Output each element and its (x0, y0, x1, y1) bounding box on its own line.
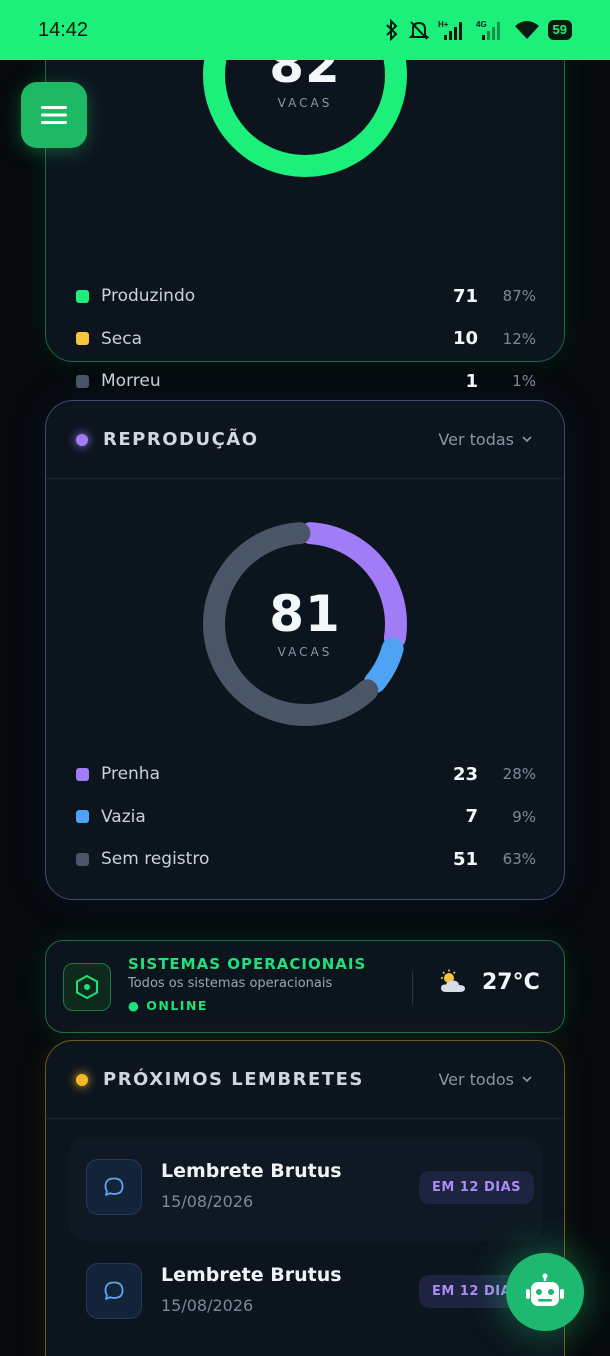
temperature: 27°C (482, 969, 540, 995)
legend-count: 1 (465, 370, 478, 392)
reminders-card: PRÓXIMOS LEMBRETES Ver todos Lembrete Br… (45, 1040, 565, 1356)
herd-legend: Produzindo 71 87% Seca 10 12% Morreu 1 1… (76, 275, 536, 403)
reproduction-legend: Prenha 23 28% Vazia 7 9% Sem registro 51… (76, 753, 536, 881)
herd-total: 82 (269, 60, 341, 94)
reproduction-title: REPRODUÇÃO (103, 429, 259, 450)
legend-label: Produzindo (101, 286, 196, 307)
status-bar: 14:42 H+ 4G 59 (0, 0, 610, 60)
bluetooth-icon (385, 19, 397, 41)
partly-cloudy-icon (441, 969, 465, 992)
legend-label: Sem registro (101, 849, 210, 870)
herd-unit: VACAS (277, 96, 333, 110)
legend-pct: 28% (502, 765, 536, 784)
legend-pct: 87% (502, 287, 536, 306)
legend-label: Morreu (101, 371, 161, 392)
wifi-icon (514, 21, 539, 39)
system-status-text: SISTEMAS OPERACIONAIS Todos os sistemas … (128, 955, 366, 1013)
reproduction-unit: VACAS (277, 645, 333, 659)
legend-row-vazia[interactable]: Vazia 7 9% (76, 796, 536, 839)
herd-card: 82 VACAS Produzindo 71 87% Seca 10 12% M… (45, 60, 565, 392)
divider (412, 971, 413, 1005)
reminders-see-all-link[interactable]: Ver todos (438, 1070, 532, 1089)
legend-row-seca[interactable]: Seca 10 12% (76, 318, 536, 361)
reproduction-header: REPRODUÇÃO Ver todas (46, 401, 564, 479)
legend-count: 7 (465, 806, 478, 828)
status-icons: H+ 4G 59 (384, 19, 572, 41)
system-subtitle: Todos os sistemas operacionais (128, 976, 333, 991)
network-label-4g: 4G (476, 20, 487, 29)
reproduction-total: 81 (269, 585, 341, 643)
legend-row-morreu[interactable]: Morreu 1 1% (76, 360, 536, 403)
legend-label: Prenha (101, 764, 160, 785)
system-status-card[interactable]: SISTEMAS OPERACIONAIS Todos os sistemas … (45, 940, 565, 1033)
chat-bubble-icon (86, 1159, 142, 1215)
reminder-date: 15/08/2026 (161, 1192, 254, 1211)
herd-donut-center: 82 VACAS (200, 60, 410, 180)
legend-count: 23 (452, 763, 478, 785)
signal-4g-icon: 4G (476, 20, 500, 40)
legend-dot (76, 289, 89, 303)
see-all-label: Ver todas (438, 430, 514, 449)
reminder-title: Lembrete Brutus (161, 1264, 342, 1286)
system-title: SISTEMAS OPERACIONAIS (128, 955, 367, 973)
legend-dot (76, 810, 89, 824)
assistant-button[interactable] (506, 1253, 584, 1331)
legend-dot (76, 852, 89, 866)
reminder-due-badge: EM 12 DIAS (419, 1171, 535, 1204)
chevron-down-icon (522, 1076, 532, 1083)
dashboard-scroll[interactable]: 82 VACAS Produzindo 71 87% Seca 10 12% M… (0, 60, 610, 1356)
reproduction-donut: 81 VACAS (200, 519, 410, 729)
legend-pct: 12% (502, 329, 536, 348)
reproduction-card: REPRODUÇÃO Ver todas 81 VACAS Prenha 23 … (45, 400, 565, 900)
reminders-dot (76, 1073, 88, 1086)
legend-row-produzindo[interactable]: Produzindo 71 87% (76, 275, 536, 318)
mute-bell-icon (408, 21, 429, 40)
reminders-list: Lembrete Brutus 15/08/2026 EM 12 DIAS Le… (68, 1137, 543, 1345)
legend-row-sem-registro[interactable]: Sem registro 51 63% (76, 838, 536, 881)
see-all-label: Ver todos (438, 1070, 514, 1089)
reproduction-dot (76, 433, 88, 446)
battery-indicator: 59 (547, 20, 572, 40)
legend-pct: 1% (512, 372, 536, 391)
weather-widget: 27°C (438, 969, 540, 995)
reminder-item[interactable]: Lembrete Brutus 15/08/2026 EM 12 DIAS (68, 1137, 543, 1241)
reminder-item[interactable]: Lembrete Brutus 15/08/2026 EM 12 DIAS (68, 1241, 543, 1345)
legend-pct: 9% (512, 807, 536, 826)
online-status: ● ONLINE (128, 998, 208, 1013)
reproduction-donut-center: 81 VACAS (200, 519, 410, 729)
reminder-date: 15/08/2026 (161, 1296, 254, 1315)
herd-donut: 82 VACAS (200, 60, 410, 180)
status-time: 14:42 (38, 18, 89, 41)
legend-count: 10 (452, 328, 478, 350)
robot-icon (526, 1273, 564, 1306)
legend-row-prenha[interactable]: Prenha 23 28% (76, 753, 536, 796)
network-label-h: H+ (438, 20, 449, 29)
reminder-title: Lembrete Brutus (161, 1160, 342, 1182)
legend-pct: 63% (502, 850, 536, 869)
legend-dot (76, 374, 89, 388)
menu-button[interactable] (21, 82, 87, 148)
legend-dot (76, 332, 89, 346)
legend-label: Seca (101, 328, 143, 349)
legend-label: Vazia (101, 806, 146, 827)
reminders-header: PRÓXIMOS LEMBRETES Ver todos (46, 1041, 564, 1119)
chevron-down-icon (522, 436, 532, 443)
legend-dot (76, 767, 89, 781)
chat-bubble-icon (86, 1263, 142, 1319)
hexagon-icon (63, 963, 111, 1011)
reproduction-see-all-link[interactable]: Ver todas (438, 430, 532, 449)
legend-count: 71 (452, 285, 478, 307)
signal-h-plus-icon: H+ (438, 20, 462, 40)
legend-count: 51 (452, 848, 478, 870)
reminders-title: PRÓXIMOS LEMBRETES (103, 1069, 364, 1090)
hamburger-icon (41, 106, 67, 124)
